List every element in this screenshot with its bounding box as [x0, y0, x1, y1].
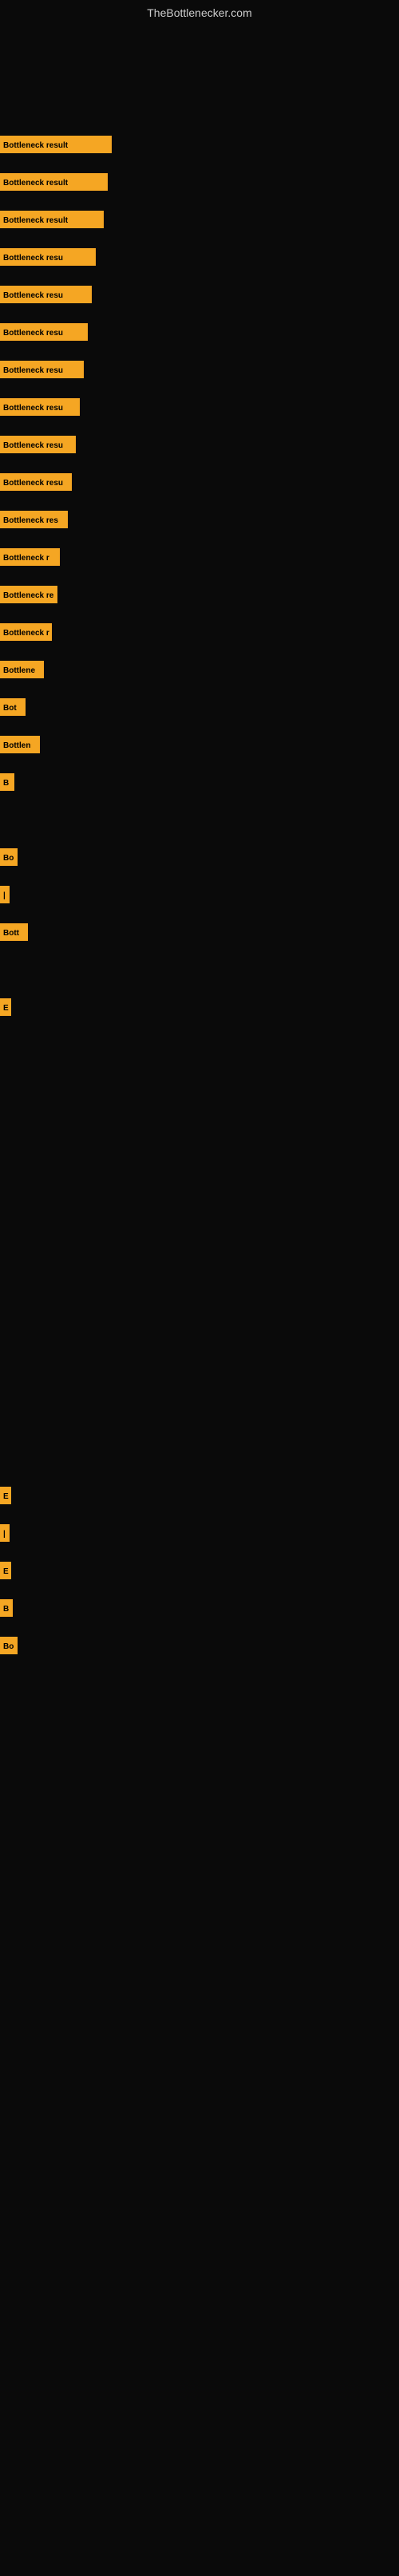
bar-item: B: [0, 1599, 13, 1617]
bar-item: Bo: [0, 1637, 18, 1654]
bar-label: E: [0, 998, 11, 1016]
bar-label: B: [0, 773, 14, 791]
bar-item: Bottlen: [0, 736, 40, 753]
bar-item: Bottleneck res: [0, 511, 68, 528]
bar-item: Bottleneck resu: [0, 323, 88, 341]
bar-label: Bottleneck result: [0, 173, 108, 191]
bar-item: Bottleneck resu: [0, 473, 72, 491]
bar-item: |: [0, 886, 10, 903]
bar-label: Bottleneck resu: [0, 473, 72, 491]
bar-chart-container: Bottleneck result Bottleneck result Bottle…: [0, 22, 399, 2576]
bar-item: Bottleneck resu: [0, 286, 92, 303]
bar-label: Bot: [0, 698, 26, 716]
bar-item: Bottleneck resu: [0, 398, 80, 416]
bar-item: Bottleneck result: [0, 173, 108, 191]
bar-item: Bottleneck result: [0, 211, 104, 228]
bar-item: E: [0, 1562, 11, 1579]
bar-label: Bott: [0, 923, 28, 941]
bar-item: Bottleneck result: [0, 136, 112, 153]
bar-label: Bottlene: [0, 661, 44, 678]
site-title: TheBottlenecker.com: [0, 0, 399, 22]
bar-item: Bot: [0, 698, 26, 716]
bar-label: Bottleneck res: [0, 511, 68, 528]
bar-label: E: [0, 1487, 11, 1504]
bar-item: Bottleneck re: [0, 586, 57, 603]
bar-label: Bottleneck result: [0, 136, 112, 153]
bar-label: Bottleneck resu: [0, 398, 80, 416]
bar-item: Bottleneck resu: [0, 248, 96, 266]
bar-label: Bo: [0, 848, 18, 866]
bar-item: Bott: [0, 923, 28, 941]
bar-label: Bottleneck r: [0, 548, 60, 566]
bar-label: Bottleneck resu: [0, 436, 76, 453]
bar-item: Bottleneck r: [0, 623, 52, 641]
bar-item: E: [0, 1487, 11, 1504]
bar-label: Bo: [0, 1637, 18, 1654]
bar-label: Bottleneck r: [0, 623, 52, 641]
bar-label: Bottleneck re: [0, 586, 57, 603]
bar-item: Bo: [0, 848, 18, 866]
bar-item: Bottleneck resu: [0, 436, 76, 453]
bar-item: Bottleneck r: [0, 548, 60, 566]
bar-label: Bottleneck resu: [0, 286, 92, 303]
bar-item: E: [0, 998, 11, 1016]
bar-item: Bottleneck resu: [0, 361, 84, 378]
bar-label: |: [0, 1524, 10, 1542]
bar-label: Bottleneck resu: [0, 248, 96, 266]
bar-label: Bottleneck resu: [0, 323, 88, 341]
bar-label: Bottleneck resu: [0, 361, 84, 378]
bar-label: Bottlen: [0, 736, 40, 753]
bar-item: B: [0, 773, 14, 791]
bar-label: Bottleneck result: [0, 211, 104, 228]
site-title-text: TheBottlenecker.com: [147, 6, 252, 19]
bar-item: Bottlene: [0, 661, 44, 678]
bar-label: B: [0, 1599, 13, 1617]
bar-item: |: [0, 1524, 10, 1542]
bar-label: E: [0, 1562, 11, 1579]
bar-label: |: [0, 886, 10, 903]
